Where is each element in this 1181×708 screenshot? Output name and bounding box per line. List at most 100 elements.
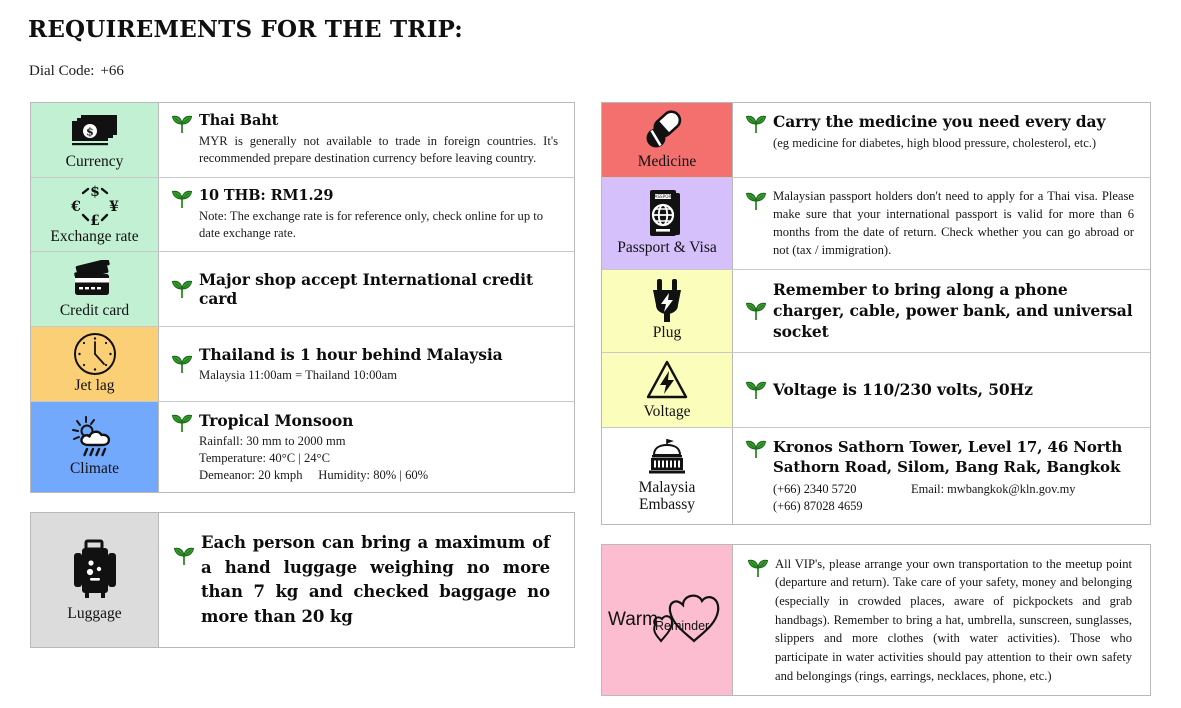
icon-cell-jet-lag: Jet lag: [31, 327, 159, 401]
icon-cell-credit-card: Credit card: [31, 252, 159, 327]
dial-code-label: Dial Code:: [29, 63, 95, 79]
icon-cell-exchange-rate: $ € ¥ £ Exchange rate: [31, 177, 159, 252]
table-row: Climate Tropical Monsoon Rainfall: 30 mm…: [31, 401, 574, 493]
icon-caption: Luggage: [67, 605, 122, 623]
left-column: $ Currency Thai Baht MYR is generally no…: [30, 102, 575, 649]
right-requirements-table: Medicine Carry the medicine you need eve…: [601, 102, 1151, 525]
icon-caption: Plug: [652, 323, 682, 341]
icon-cell-malaysia-embassy: Malaysia Embassy: [602, 427, 733, 524]
table-row: Plug Remember to bring along a phone cha…: [602, 269, 1150, 353]
leaf-bullet-icon: [171, 187, 199, 243]
icon-caption: Jet lag: [74, 377, 115, 395]
row-body: Tropical Monsoon Rainfall: 30 mm to 2000…: [159, 402, 574, 492]
page-title: REQUIREMENTS FOR THE TRIP:: [28, 16, 463, 43]
clock-icon: [72, 333, 118, 376]
luggage-table: Luggage Each person can bring a maximum …: [30, 512, 575, 649]
icon-cell-warm-reminder: Warm Reminder: [602, 544, 733, 696]
icon-cell-voltage: Voltage: [602, 352, 733, 427]
row-heading: Remember to bring along a phone charger,…: [773, 279, 1133, 342]
embassy-phone-2: (+66) 87028 4659: [773, 499, 863, 514]
icon-cell-medicine: Medicine: [602, 103, 733, 177]
table-row: Luggage Each person can bring a maximum …: [31, 513, 574, 648]
leaf-bullet-icon: [171, 279, 199, 299]
row-heading: Thailand is 1 hour behind Malaysia: [199, 344, 503, 364]
svg-text:$: $: [86, 126, 94, 139]
warm-reminder-heart-icon: Warm Reminder: [608, 589, 726, 651]
icon-cell-passport-visa: PASSPORT Passport & Visa: [602, 177, 733, 269]
warm-reminder-word-2: Reminder: [655, 619, 710, 634]
row-heading: Major shop accept International credit c…: [199, 269, 534, 309]
table-row: $ € ¥ £ Exchange rate 10 THB: RM1.29 Not…: [31, 177, 574, 253]
icon-caption: Climate: [69, 460, 120, 478]
icon-caption-line-2: Embassy: [639, 496, 695, 514]
table-row: Voltage Voltage is 110/230 volts, 50Hz: [602, 352, 1150, 428]
row-body: Malaysian passport holders don't need to…: [733, 178, 1150, 269]
climate-wind-humidity: Demeanor: 20 kmph Humidity: 80% | 60%: [199, 467, 429, 482]
right-column: Medicine Carry the medicine you need eve…: [601, 102, 1151, 697]
leaf-bullet-icon: [173, 546, 201, 566]
row-text: Thai Baht MYR is generally not available…: [199, 112, 562, 168]
leaf-bullet-icon: [171, 112, 199, 168]
table-row: Warm Reminder All VIP's, please arrange …: [602, 544, 1150, 696]
row-subtext: Rainfall: 30 mm to 2000 mm Temperature: …: [199, 433, 558, 483]
icon-caption-line-1: Malaysia: [638, 479, 696, 497]
table-row: Medicine Carry the medicine you need eve…: [602, 103, 1150, 178]
table-row: PASSPORT Passport & Visa Malaysian passp…: [602, 177, 1150, 270]
icon-cell-climate: Climate: [31, 401, 159, 493]
row-subtext: Malaysia 11:00am = Thailand 10:00am: [199, 368, 398, 383]
requirements-page: REQUIREMENTS FOR THE TRIP: Dial Code: +66…: [0, 0, 1181, 708]
row-body: Thai Baht MYR is generally not available…: [159, 103, 574, 177]
icon-caption: Voltage: [643, 402, 691, 420]
row-body: Kronos Sathorn Tower, Level 17, 46 North…: [733, 428, 1150, 524]
dial-code-value: +66: [100, 63, 124, 79]
icon-cell-currency: $ Currency: [31, 103, 159, 177]
credit-cards-icon: [69, 258, 121, 300]
row-heading: 10 THB: RM1.29: [199, 186, 334, 204]
pills-icon: [641, 109, 693, 151]
row-subtext: MYR is generally not available to trade …: [199, 134, 558, 165]
row-subtext: (eg medicine for diabetes, high blood pr…: [773, 135, 1097, 150]
embassy-phone-1: (+66) 2340 5720: [773, 482, 857, 497]
warm-reminder-table: Warm Reminder All VIP's, please arrange …: [601, 543, 1151, 697]
row-text: 10 THB: RM1.29 Note: The exchange rate i…: [199, 187, 562, 243]
row-body: All VIP's, please arrange your own trans…: [733, 545, 1150, 695]
row-text: Kronos Sathorn Tower, Level 17, 46 North…: [773, 437, 1138, 515]
row-text: Tropical Monsoon Rainfall: 30 mm to 2000…: [199, 411, 562, 483]
table-row: Credit card Major shop accept Internatio…: [31, 252, 574, 328]
row-subtext: Note: The exchange rate is for reference…: [199, 209, 544, 240]
table-row: Jet lag Thailand is 1 hour behind Malays…: [31, 327, 574, 402]
embassy-building-icon: [645, 437, 689, 477]
banknotes-icon: $: [69, 109, 121, 151]
climate-temperature: Temperature: 40°C | 24°C: [199, 451, 330, 466]
svg-text:£: £: [90, 213, 100, 227]
leaf-bullet-icon: [745, 301, 773, 321]
leaf-bullet-icon: [745, 437, 773, 515]
icon-caption: Credit card: [59, 302, 130, 320]
passport-icon: PASSPORT: [644, 189, 690, 237]
climate-rainfall: Rainfall: 30 mm to 2000 mm: [199, 434, 346, 449]
row-paragraph: All VIP's, please arrange your own trans…: [775, 556, 1132, 683]
table-row: $ Currency Thai Baht MYR is generally no…: [31, 103, 574, 178]
row-heading: Each person can bring a maximum of a han…: [201, 533, 550, 626]
warm-reminder-word-1: Warm: [608, 609, 658, 631]
row-body: Remember to bring along a phone charger,…: [733, 270, 1150, 352]
icon-caption: Passport & Visa: [617, 239, 717, 257]
suitcase-icon: [72, 537, 118, 603]
leaf-bullet-icon: [747, 558, 775, 578]
row-heading: Thai Baht: [199, 112, 279, 129]
row-heading: Voltage is 110/230 volts, 50Hz: [773, 379, 1033, 399]
row-body: Major shop accept International credit c…: [159, 252, 574, 326]
embassy-contact: (+66) 2340 5720 Email: mwbangkok@kln.gov…: [773, 481, 1134, 514]
icon-caption: Medicine: [637, 153, 697, 170]
row-text: Voltage is 110/230 volts, 50Hz: [773, 380, 1138, 400]
icon-cell-luggage: Luggage: [31, 513, 159, 648]
leaf-bullet-icon: [745, 112, 773, 168]
svg-text:$: $: [90, 184, 100, 200]
sun-cloud-rain-icon: [69, 416, 121, 458]
row-text: Malaysian passport holders don't need to…: [773, 187, 1138, 260]
row-body: Thailand is 1 hour behind Malaysia Malay…: [159, 327, 574, 401]
currency-exchange-icon: $ € ¥ £: [66, 184, 124, 227]
row-heading: Tropical Monsoon: [199, 410, 354, 430]
embassy-address: Kronos Sathorn Tower, Level 17, 46 North…: [773, 437, 1123, 476]
leaf-bullet-icon: [745, 191, 773, 211]
